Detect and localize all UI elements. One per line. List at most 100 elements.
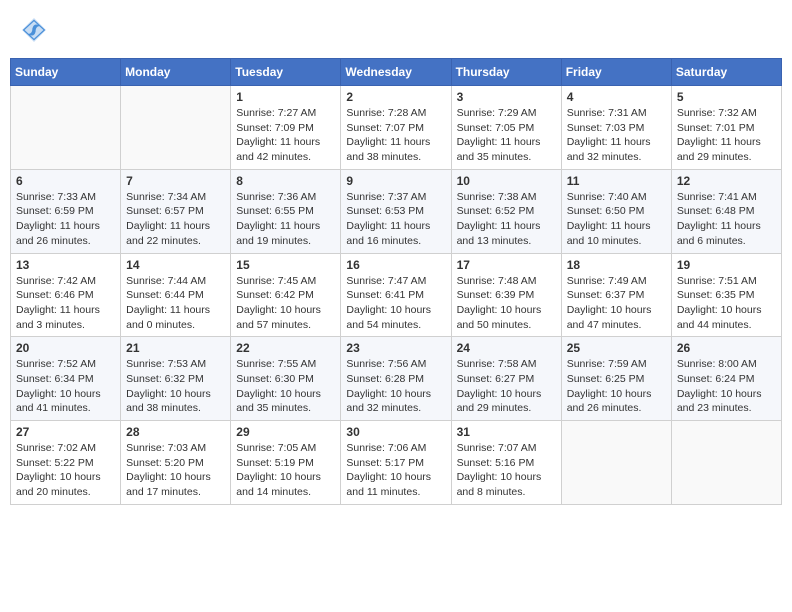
day-of-week-header: Sunday [11,59,121,86]
day-of-week-header: Tuesday [231,59,341,86]
day-number: 18 [567,258,666,272]
cell-content: Sunrise: 7:49 AM Sunset: 6:37 PM Dayligh… [567,274,666,333]
day-number: 8 [236,174,335,188]
calendar-cell: 6 Sunrise: 7:33 AM Sunset: 6:59 PM Daylig… [11,169,121,253]
day-number: 9 [346,174,445,188]
cell-content: Sunrise: 7:02 AM Sunset: 5:22 PM Dayligh… [16,441,115,500]
calendar-cell [561,421,671,505]
day-number: 11 [567,174,666,188]
day-number: 29 [236,425,335,439]
calendar-cell: 24 Sunrise: 7:58 AM Sunset: 6:27 PM Dayli… [451,337,561,421]
calendar-cell: 2 Sunrise: 7:28 AM Sunset: 7:07 PM Daylig… [341,86,451,170]
day-number: 15 [236,258,335,272]
calendar-cell: 20 Sunrise: 7:52 AM Sunset: 6:34 PM Dayli… [11,337,121,421]
calendar-cell: 5Sunrise: 7:32 AM Sunset: 7:01 PM Daylig… [671,86,781,170]
calendar-header-row: SundayMondayTuesdayWednesdayThursdayFrid… [11,59,782,86]
calendar-cell: 9 Sunrise: 7:37 AM Sunset: 6:53 PM Daylig… [341,169,451,253]
day-of-week-header: Thursday [451,59,561,86]
calendar-cell: 28 Sunrise: 7:03 AM Sunset: 5:20 PM Dayli… [121,421,231,505]
calendar-cell: 29 Sunrise: 7:05 AM Sunset: 5:19 PM Dayli… [231,421,341,505]
day-number: 20 [16,341,115,355]
calendar-cell: 14Sunrise: 7:44 AM Sunset: 6:44 PM Dayli… [121,253,231,337]
day-number: 28 [126,425,225,439]
calendar-cell: 1 Sunrise: 7:27 AM Sunset: 7:09 PM Daylig… [231,86,341,170]
calendar-cell: 10Sunrise: 7:38 AM Sunset: 6:52 PM Dayli… [451,169,561,253]
day-number: 22 [236,341,335,355]
calendar-cell: 3 Sunrise: 7:29 AM Sunset: 7:05 PM Daylig… [451,86,561,170]
calendar-cell: 26Sunrise: 8:00 AM Sunset: 6:24 PM Dayli… [671,337,781,421]
cell-content: Sunrise: 7:56 AM Sunset: 6:28 PM Dayligh… [346,357,445,416]
cell-content: Sunrise: 7:42 AM Sunset: 6:46 PM Dayligh… [16,274,115,333]
day-number: 12 [677,174,776,188]
cell-content: Sunrise: 7:29 AM Sunset: 7:05 PM Dayligh… [457,106,556,165]
cell-content: Sunrise: 7:37 AM Sunset: 6:53 PM Dayligh… [346,190,445,249]
calendar-cell [671,421,781,505]
day-number: 13 [16,258,115,272]
cell-content: Sunrise: 7:07 AM Sunset: 5:16 PM Dayligh… [457,441,556,500]
calendar-cell: 15Sunrise: 7:45 AM Sunset: 6:42 PM Dayli… [231,253,341,337]
calendar-cell: 22 Sunrise: 7:55 AM Sunset: 6:30 PM Dayli… [231,337,341,421]
calendar-cell: 17 Sunrise: 7:48 AM Sunset: 6:39 PM Dayli… [451,253,561,337]
cell-content: Sunrise: 7:55 AM Sunset: 6:30 PM Dayligh… [236,357,335,416]
day-number: 21 [126,341,225,355]
day-number: 16 [346,258,445,272]
cell-content: Sunrise: 7:36 AM Sunset: 6:55 PM Dayligh… [236,190,335,249]
cell-content: Sunrise: 7:27 AM Sunset: 7:09 PM Dayligh… [236,106,335,165]
calendar-cell: 11 Sunrise: 7:40 AM Sunset: 6:50 PM Dayli… [561,169,671,253]
day-number: 17 [457,258,556,272]
calendar-cell: 19Sunrise: 7:51 AM Sunset: 6:35 PM Dayli… [671,253,781,337]
day-number: 24 [457,341,556,355]
calendar-table: SundayMondayTuesdayWednesdayThursdayFrid… [10,58,782,505]
cell-content: Sunrise: 7:32 AM Sunset: 7:01 PM Dayligh… [677,106,776,165]
day-number: 1 [236,90,335,104]
cell-content: Sunrise: 7:05 AM Sunset: 5:19 PM Dayligh… [236,441,335,500]
cell-content: Sunrise: 7:48 AM Sunset: 6:39 PM Dayligh… [457,274,556,333]
calendar-cell: 31 Sunrise: 7:07 AM Sunset: 5:16 PM Dayli… [451,421,561,505]
calendar-cell [121,86,231,170]
calendar-cell: 12 Sunrise: 7:41 AM Sunset: 6:48 PM Dayli… [671,169,781,253]
cell-content: Sunrise: 7:53 AM Sunset: 6:32 PM Dayligh… [126,357,225,416]
cell-content: Sunrise: 7:59 AM Sunset: 6:25 PM Dayligh… [567,357,666,416]
calendar-week-row: 13 Sunrise: 7:42 AM Sunset: 6:46 PM Dayli… [11,253,782,337]
day-number: 27 [16,425,115,439]
cell-content: Sunrise: 7:03 AM Sunset: 5:20 PM Dayligh… [126,441,225,500]
calendar-cell: 7 Sunrise: 7:34 AM Sunset: 6:57 PM Daylig… [121,169,231,253]
cell-content: Sunrise: 7:51 AM Sunset: 6:35 PM Dayligh… [677,274,776,333]
calendar-cell: 21 Sunrise: 7:53 AM Sunset: 6:32 PM Dayli… [121,337,231,421]
cell-content: Sunrise: 7:58 AM Sunset: 6:27 PM Dayligh… [457,357,556,416]
cell-content: Sunrise: 7:28 AM Sunset: 7:07 PM Dayligh… [346,106,445,165]
calendar-cell: 8 Sunrise: 7:36 AM Sunset: 6:55 PM Daylig… [231,169,341,253]
calendar-cell: 23 Sunrise: 7:56 AM Sunset: 6:28 PM Dayli… [341,337,451,421]
calendar-cell: 4 Sunrise: 7:31 AM Sunset: 7:03 PM Daylig… [561,86,671,170]
cell-content: Sunrise: 7:40 AM Sunset: 6:50 PM Dayligh… [567,190,666,249]
calendar-cell: 25Sunrise: 7:59 AM Sunset: 6:25 PM Dayli… [561,337,671,421]
cell-content: Sunrise: 7:33 AM Sunset: 6:59 PM Dayligh… [16,190,115,249]
calendar-cell: 13 Sunrise: 7:42 AM Sunset: 6:46 PM Dayli… [11,253,121,337]
cell-content: Sunrise: 7:31 AM Sunset: 7:03 PM Dayligh… [567,106,666,165]
calendar-week-row: 20 Sunrise: 7:52 AM Sunset: 6:34 PM Dayli… [11,337,782,421]
cell-content: Sunrise: 7:47 AM Sunset: 6:41 PM Dayligh… [346,274,445,333]
day-of-week-header: Wednesday [341,59,451,86]
calendar-week-row: 1 Sunrise: 7:27 AM Sunset: 7:09 PM Daylig… [11,86,782,170]
cell-content: Sunrise: 7:52 AM Sunset: 6:34 PM Dayligh… [16,357,115,416]
day-of-week-header: Saturday [671,59,781,86]
calendar-cell: 16 Sunrise: 7:47 AM Sunset: 6:41 PM Dayli… [341,253,451,337]
day-of-week-header: Friday [561,59,671,86]
cell-content: Sunrise: 7:34 AM Sunset: 6:57 PM Dayligh… [126,190,225,249]
day-number: 6 [16,174,115,188]
calendar-cell [11,86,121,170]
day-number: 31 [457,425,556,439]
day-number: 3 [457,90,556,104]
day-number: 7 [126,174,225,188]
cell-content: Sunrise: 8:00 AM Sunset: 6:24 PM Dayligh… [677,357,776,416]
cell-content: Sunrise: 7:06 AM Sunset: 5:17 PM Dayligh… [346,441,445,500]
day-number: 2 [346,90,445,104]
calendar-cell: 18 Sunrise: 7:49 AM Sunset: 6:37 PM Dayli… [561,253,671,337]
day-number: 4 [567,90,666,104]
day-number: 23 [346,341,445,355]
calendar-cell: 30Sunrise: 7:06 AM Sunset: 5:17 PM Dayli… [341,421,451,505]
calendar-week-row: 27 Sunrise: 7:02 AM Sunset: 5:22 PM Dayli… [11,421,782,505]
calendar-cell: 27 Sunrise: 7:02 AM Sunset: 5:22 PM Dayli… [11,421,121,505]
cell-content: Sunrise: 7:41 AM Sunset: 6:48 PM Dayligh… [677,190,776,249]
day-number: 14 [126,258,225,272]
